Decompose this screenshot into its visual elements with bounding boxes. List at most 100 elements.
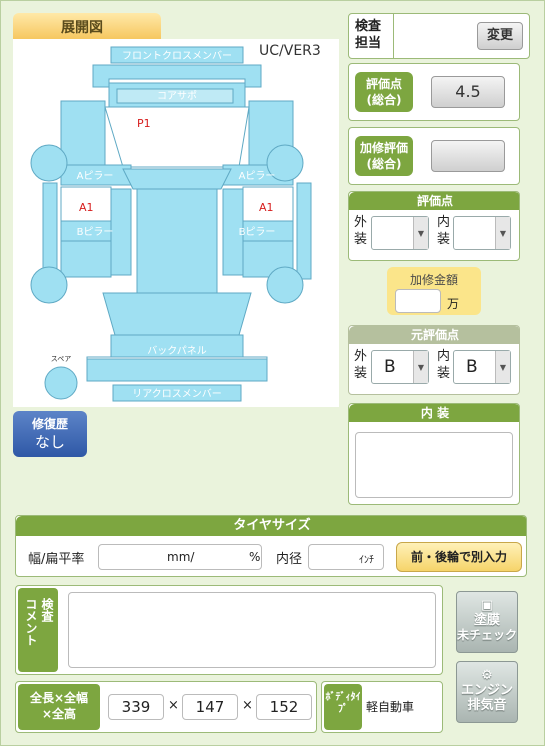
original-rating-section: 元評価点 外 装 B ▼ 内 装 B ▼ [348,325,520,395]
interior-label-2: 装 [437,232,451,247]
interior-rating-select[interactable]: ▼ [453,216,511,250]
original-rating-header: 元評価点 [349,326,519,344]
vehicle-diagram[interactable]: フロントクロスメンバー コアサポ Aピラー Aピラー Bピラー Bピラー バック… [13,39,339,407]
a-pillar-left-label: Aピラー [77,170,114,182]
repair-history-button[interactable]: 修復歴 なし [13,411,87,457]
repair-amount-input[interactable] [395,289,441,313]
a1-left-mark: A1 [79,201,94,214]
extra-rating-value[interactable] [431,140,505,172]
rating-section-header: 評価点 [349,192,519,210]
paint-check-button[interactable]: ▣ 塗膜 未チェック [456,591,518,653]
paint-button-line1: 塗膜 [473,613,500,628]
a1-right-mark: A1 [259,201,274,214]
rating-total-label-1: 評価点 [365,77,402,91]
version-label: UC/VER3 [259,43,321,59]
engine-button-line1: エンジン [460,683,513,698]
repair-history-value: なし [34,433,65,451]
paint-button-line2: 未チェック [457,628,518,642]
orig-interior-value: B [466,357,478,377]
comment-label-main: コメント [24,598,38,646]
a-pillar-right-label: Aピラー [239,170,276,182]
engine-sound-button[interactable]: ⚙ エンジン 排気音 [456,661,518,723]
width-input[interactable]: 147 [182,694,238,720]
orig-exterior-select[interactable]: B ▼ [371,350,429,384]
tire-size-header: タイヤサイズ [16,516,526,536]
roof-part [136,188,218,294]
inspector-label-1: 検査 [355,19,382,34]
repair-amount-box: 加修金額 万 [387,267,481,315]
tire-inner-label: 内径 [276,552,303,567]
interior-comment-field[interactable] [355,432,513,498]
paint-icon: ▣ [480,598,494,613]
chevron-down-icon: ▼ [413,217,428,249]
b-pillar-right-label: Bピラー [239,226,276,238]
chevron-down-icon: ▼ [495,217,510,249]
orig-interior-label-1: 内 [437,349,451,364]
separate-tire-input-button[interactable]: 前・後輪で別入力 [396,542,522,572]
exterior-label-2: 装 [354,232,368,247]
diagram-tab-label: 展開図 [61,20,103,36]
tire-inner-input[interactable]: ｲﾝﾁ [308,544,384,570]
rear-cross-member-label: リアクロスメンバー [132,388,222,400]
change-inspector-button[interactable]: 変更 [477,22,523,50]
diagram-tab[interactable]: 展開図 [13,13,161,39]
exterior-label-1: 外 [354,215,368,230]
interior-section: 内 装 [348,403,520,505]
extra-rating-label-2: (総合) [366,157,402,171]
dimension-sep-1: × [168,698,179,713]
rating-total-value[interactable]: 4.5 [431,76,505,108]
dimensions-section: 全長×全幅 ×全高 339 × 147 × 152 [15,681,317,733]
height-input[interactable]: 152 [256,694,312,720]
comment-label-sub: 検査 [40,598,54,622]
comment-label: コメント 検査 [18,588,58,672]
chevron-down-icon: ▼ [413,351,428,383]
rating-total-label-2: (総合) [366,93,402,107]
comment-section: コメント 検査 [15,585,443,675]
core-support-label: コアサポ [157,90,197,102]
spare-wheel [44,366,78,400]
exterior-rating-select[interactable]: ▼ [371,216,429,250]
extra-rating-label-1: 加修評価 [359,141,408,155]
tire-width-input[interactable]: mm/ % [98,544,262,570]
extra-rating-box: 加修評価 (総合) [348,127,520,185]
tire-width-label: 幅/扁平率 [28,552,85,567]
repair-amount-unit: 万 [447,297,460,311]
tire-size-section: タイヤサイズ 幅/扁平率 mm/ % 内径 ｲﾝﾁ 前・後輪で別入力 [15,515,527,577]
engine-button-line2: 排気音 [467,698,507,713]
windshield-part [122,168,232,190]
left-sill-part [42,182,58,280]
rear-left-wheel [30,266,68,304]
comment-field[interactable] [68,592,436,668]
front-left-wheel [30,144,68,182]
b-pillar-left-label: Bピラー [77,226,114,238]
inch-unit: ｲﾝﾁ [359,555,374,566]
p1-mark: P1 [137,117,151,130]
left-roof-rail-part [110,188,132,276]
orig-exterior-label-2: 装 [354,366,368,381]
orig-interior-select[interactable]: B ▼ [453,350,511,384]
left-fender-part [60,100,106,168]
body-type-section: ﾎﾞﾃﾞｨﾀｲﾌﾟ 軽自動車 [321,681,443,733]
engine-icon: ⚙ [481,668,493,683]
interior-section-header: 内 装 [349,404,519,422]
inspector-box: 検査 担当 変更 [348,13,530,59]
vehicle-diagram-svg[interactable]: フロントクロスメンバー コアサポ Aピラー Aピラー Bピラー Bピラー バック… [13,39,339,407]
front-cross-member-label: フロントクロスメンバー [122,50,232,62]
length-input[interactable]: 339 [108,694,164,720]
repair-amount-label: 加修金額 [409,273,458,287]
dimension-sep-2: × [242,698,253,713]
right-sill-part [296,182,312,280]
dimensions-label-1: 全長×全幅 [29,691,89,705]
dimensions-label: 全長×全幅 ×全高 [18,684,100,730]
hood-part [104,106,250,168]
inspector-label-2: 担当 [355,36,382,51]
spare-label: スペア [51,355,72,363]
orig-exterior-label-1: 外 [354,349,368,364]
rating-total-label: 評価点 (総合) [355,72,413,112]
interior-label-1: 内 [437,215,451,230]
body-type-value: 軽自動車 [366,700,415,714]
chevron-down-icon: ▼ [495,351,510,383]
vehicle-inspection-page: 展開図 フロントクロスメンバー コアサポ Aピラー Aピラー Bピラー Bピラー… [0,0,545,746]
body-type-label: ﾎﾞﾃﾞｨﾀｲﾌﾟ [324,684,362,730]
rating-section: 評価点 外 装 ▼ 内 装 ▼ [348,191,520,261]
